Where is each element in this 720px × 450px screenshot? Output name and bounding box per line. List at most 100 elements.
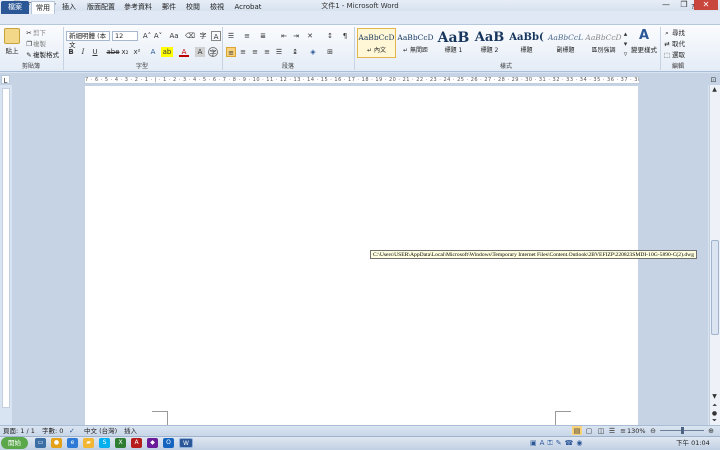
numbering-icon[interactable]: ≡ <box>242 31 252 41</box>
clear-format-icon[interactable]: ⌫ <box>185 31 195 41</box>
acrobat-icon[interactable]: A <box>131 438 142 448</box>
styles-scroll-up-icon[interactable]: ▴ <box>622 29 629 39</box>
borders-icon[interactable]: ⊞ <box>325 47 335 57</box>
clock[interactable]: 下午 01:04 <box>676 437 710 449</box>
char-border-icon[interactable]: A <box>211 31 221 41</box>
ie-icon[interactable]: e <box>67 438 78 448</box>
cut-button[interactable]: 剪下 <box>33 28 53 39</box>
outlook-icon[interactable]: O <box>163 438 174 448</box>
distribute-button[interactable]: ☰ <box>274 47 284 57</box>
scroll-up-icon[interactable]: ▲ <box>710 86 719 94</box>
style-heading-2[interactable]: AaB 標題 2 <box>470 28 509 58</box>
underline-button[interactable]: U <box>90 47 100 57</box>
show-marks-icon[interactable]: ¶ <box>340 31 350 41</box>
language-indicator[interactable]: 中文 (台灣) <box>84 426 117 436</box>
style-heading-1[interactable]: AaB 標題 1 <box>434 28 473 58</box>
folder-icon[interactable]: ▰ <box>83 438 94 448</box>
style-subtitle[interactable]: AaBbCcL 副標題 <box>546 28 585 58</box>
tab-selector-icon[interactable]: L <box>1 75 10 85</box>
find-icon[interactable]: ⌕ <box>663 28 671 39</box>
change-styles-icon[interactable]: A <box>634 28 654 44</box>
change-case-button[interactable]: Aa <box>167 31 181 41</box>
style-no-spacing[interactable]: AaBbCcD ↵ 無間距 <box>396 28 435 58</box>
chrome-icon[interactable]: ● <box>51 438 62 448</box>
format-painter-button[interactable]: 複製格式 <box>33 50 63 61</box>
next-page-icon[interactable]: ⏷ <box>710 417 719 425</box>
vertical-ruler[interactable] <box>2 88 10 408</box>
word-count[interactable]: 字數: 0 <box>42 426 63 436</box>
minimize-button[interactable]: — <box>658 0 674 10</box>
highlight-button[interactable]: ab <box>161 47 173 57</box>
replace-icon[interactable]: ⇄ <box>663 39 671 50</box>
app-icon[interactable]: ◆ <box>147 438 158 448</box>
sort-icon[interactable]: ↕ <box>325 31 335 41</box>
view-ruler-icon[interactable]: ⊡ <box>709 75 718 84</box>
system-tray-icons[interactable]: ▣A⚿✎☎◉ <box>530 438 600 448</box>
multilevel-list-icon[interactable]: ≣ <box>258 31 268 41</box>
proofing-icon[interactable]: ✓ <box>69 426 75 436</box>
align-right-button[interactable]: ≡ <box>250 47 260 57</box>
strikethrough-button[interactable]: abe <box>106 47 120 57</box>
paste-button[interactable]: 貼上 <box>1 46 23 57</box>
font-name-dropdown[interactable]: 新細明體 (本文 <box>66 31 110 49</box>
find-button[interactable]: 尋找 <box>672 28 694 39</box>
tab-home[interactable]: 常用 <box>31 1 55 14</box>
line-spacing-icon[interactable]: ↨ <box>290 47 300 57</box>
format-painter-icon[interactable]: ✎ <box>25 50 33 61</box>
excel-icon[interactable]: X <box>115 438 126 448</box>
replace-button[interactable]: 取代 <box>672 39 694 50</box>
page-count[interactable]: 頁面: 1 / 1 <box>3 426 35 436</box>
asian-layout-icon[interactable]: ✕ <box>305 31 315 41</box>
superscript-button[interactable]: x² <box>132 47 142 57</box>
web-layout-view-icon[interactable]: ◫ <box>596 426 606 435</box>
bullets-icon[interactable]: ☰ <box>226 31 236 41</box>
tab-references[interactable]: 參考資料 <box>121 1 155 14</box>
tab-page-layout[interactable]: 版面配置 <box>84 1 118 14</box>
style-title[interactable]: AaBb( 標題 <box>507 28 546 58</box>
tab-acrobat[interactable]: Acrobat <box>233 1 263 14</box>
tab-file[interactable]: 檔案 <box>1 1 29 14</box>
select-icon[interactable]: ⬚ <box>663 50 671 61</box>
tab-view[interactable]: 檢視 <box>207 1 227 14</box>
zoom-slider-thumb[interactable] <box>681 427 684 434</box>
bold-button[interactable]: B <box>66 47 76 57</box>
zoom-in-icon[interactable]: ⊕ <box>706 426 716 435</box>
font-color-button[interactable]: A <box>179 47 189 57</box>
zoom-out-icon[interactable]: ⊖ <box>648 426 658 435</box>
increase-indent-icon[interactable]: ⇥ <box>291 31 301 41</box>
style-normal[interactable]: AaBbCcD ↵ 內文 <box>357 28 396 58</box>
paste-icon[interactable] <box>4 28 20 44</box>
shading-icon[interactable]: ◈ <box>308 47 318 57</box>
enclose-char-icon[interactable]: 字 <box>208 47 218 57</box>
start-button[interactable]: 開始 <box>1 437 28 449</box>
show-desktop-icon[interactable]: ▭ <box>35 438 46 448</box>
style-subtle-emphasis[interactable]: AaBbCcD 區別強調 <box>584 28 623 58</box>
horizontal-ruler[interactable]: 7 · 6 · 5 · 4 · 3 · 2 · 1 · | · 1 · 2 · … <box>84 76 640 84</box>
text-effects-icon[interactable]: A <box>148 47 158 57</box>
word-task-icon[interactable]: W <box>179 438 193 448</box>
font-size-dropdown[interactable]: 12 <box>112 31 138 41</box>
subscript-button[interactable]: x₂ <box>120 47 130 57</box>
scroll-down-icon[interactable]: ▼ <box>710 393 719 401</box>
decrease-indent-icon[interactable]: ⇤ <box>279 31 289 41</box>
tab-mailings[interactable]: 郵件 <box>159 1 179 14</box>
zoom-level[interactable]: 130% <box>627 426 646 436</box>
change-styles-button[interactable]: 變更樣式 <box>628 45 660 56</box>
align-left-button[interactable]: ≡ <box>226 47 236 57</box>
shrink-font-button[interactable]: A˅ <box>153 31 163 41</box>
align-center-button[interactable]: ≡ <box>238 47 248 57</box>
justify-button[interactable]: ≡ <box>262 47 272 57</box>
tab-insert[interactable]: 插入 <box>58 1 80 14</box>
full-screen-view-icon[interactable]: ▢ <box>584 426 594 435</box>
copy-icon[interactable]: ❐ <box>25 39 33 50</box>
insert-mode-indicator[interactable]: 插入 <box>124 426 137 436</box>
char-shading-icon[interactable]: A <box>195 47 205 57</box>
copy-button[interactable]: 複製 <box>33 39 53 50</box>
skype-icon[interactable]: S <box>99 438 110 448</box>
phonetic-guide-icon[interactable]: 字 <box>198 31 208 41</box>
italic-button[interactable]: I <box>78 47 88 57</box>
cut-icon[interactable]: ✂ <box>25 28 33 39</box>
tab-review[interactable]: 校閱 <box>183 1 203 14</box>
print-layout-view-icon[interactable]: ▤ <box>572 426 582 435</box>
previous-page-icon[interactable]: ⏶ <box>710 402 719 410</box>
